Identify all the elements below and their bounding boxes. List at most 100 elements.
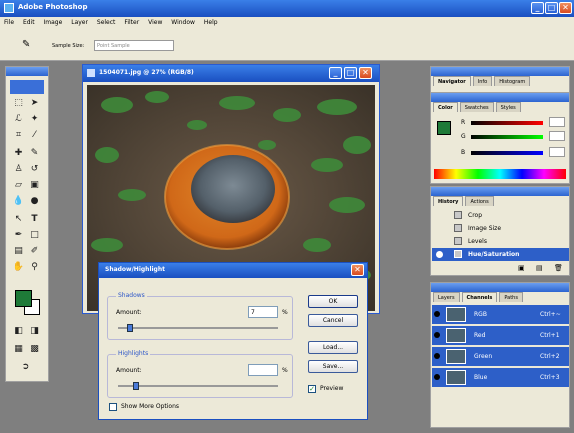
tab-styles[interactable]: Styles xyxy=(495,102,521,112)
menu-window[interactable]: Window xyxy=(171,19,195,26)
path-selection-tool-icon[interactable]: ↖ xyxy=(12,213,25,226)
red-slider[interactable] xyxy=(471,121,543,125)
document-maximize-button[interactable]: □ xyxy=(344,67,357,79)
menu-view[interactable]: View xyxy=(148,19,162,26)
tab-histogram[interactable]: Histogram xyxy=(494,76,531,86)
tab-info[interactable]: Info xyxy=(472,76,493,86)
gradient-tool-icon[interactable]: ▣ xyxy=(28,179,41,192)
history-item[interactable]: Crop xyxy=(432,209,569,222)
hand-tool-icon[interactable]: ✋ xyxy=(12,261,25,274)
blur-tool-icon[interactable]: 💧 xyxy=(12,195,25,208)
color-spectrum-bar[interactable] xyxy=(434,169,566,179)
history-brush-tool-icon[interactable]: ↺ xyxy=(28,163,41,176)
channel-name: Green xyxy=(474,353,493,360)
tab-channels[interactable]: Channels xyxy=(461,292,498,302)
full-screen-mode-icon[interactable]: ▩ xyxy=(28,343,41,356)
channel-row-rgb[interactable]: RGB Ctrl+~ xyxy=(432,305,569,325)
shape-tool-icon[interactable]: □ xyxy=(28,229,41,242)
move-tool-icon[interactable]: ➤ xyxy=(28,97,41,110)
eraser-tool-icon[interactable]: ▱ xyxy=(12,179,25,192)
lasso-tool-icon[interactable]: ℒ xyxy=(12,113,25,126)
save-button[interactable]: Save... xyxy=(308,360,358,373)
show-more-options-checkbox[interactable] xyxy=(109,403,117,411)
load-button[interactable]: Load... xyxy=(308,341,358,354)
ok-button[interactable]: OK xyxy=(308,295,358,308)
zoom-tool-icon[interactable]: ⚲ xyxy=(28,261,41,274)
menu-image[interactable]: Image xyxy=(44,19,63,26)
channel-row-green[interactable]: Green Ctrl+2 xyxy=(432,347,569,367)
imageready-jump-icon[interactable]: ➲ xyxy=(19,361,32,374)
visibility-eye-icon[interactable] xyxy=(434,332,440,338)
blue-value-field[interactable] xyxy=(549,147,565,157)
history-item-selected[interactable]: Hue/Saturation xyxy=(432,248,569,261)
green-value-field[interactable] xyxy=(549,131,565,141)
maximize-button[interactable]: □ xyxy=(545,2,558,14)
dodge-tool-icon[interactable]: ● xyxy=(28,195,41,208)
visibility-eye-icon[interactable] xyxy=(434,374,440,380)
clone-stamp-tool-icon[interactable]: ♙ xyxy=(12,163,25,176)
tab-navigator[interactable]: Navigator xyxy=(433,76,471,86)
highlights-amount-slider-thumb[interactable] xyxy=(133,382,139,390)
toolbox: ⬚ ➤ ℒ ✦ ⌗ ⁄ ✚ ✎ ♙ ↺ ▱ ▣ 💧 ● ↖ T ✒ □ ▤ ✐ … xyxy=(5,66,49,382)
color-panel-foreground-swatch[interactable] xyxy=(437,121,451,135)
slice-tool-icon[interactable]: ⁄ xyxy=(28,129,41,142)
type-tool-icon[interactable]: T xyxy=(28,213,41,226)
channel-name: Red xyxy=(474,332,486,339)
preview-checkbox[interactable]: ✓ xyxy=(308,385,316,393)
channel-row-blue[interactable]: Blue Ctrl+3 xyxy=(432,368,569,388)
tab-history[interactable]: History xyxy=(433,196,464,206)
foreground-color-swatch[interactable] xyxy=(15,290,32,307)
menu-help[interactable]: Help xyxy=(204,19,218,26)
brush-tool-icon[interactable]: ✎ xyxy=(28,147,41,160)
eyedropper-tool-icon[interactable]: ✐ xyxy=(28,245,41,258)
close-button[interactable]: ✕ xyxy=(559,2,572,14)
menu-edit[interactable]: Edit xyxy=(23,19,35,26)
shadows-amount-input[interactable]: 7 xyxy=(248,306,278,318)
document-minimize-button[interactable]: _ xyxy=(329,67,342,79)
options-bar: ✎ Sample Size: Point Sample xyxy=(0,30,574,61)
quick-mask-icon[interactable]: ◧ xyxy=(12,325,25,338)
tab-paths[interactable]: Paths xyxy=(499,292,523,302)
shadows-amount-slider-track[interactable] xyxy=(118,327,278,329)
blue-slider[interactable] xyxy=(471,151,543,155)
minimize-button[interactable]: _ xyxy=(531,2,544,14)
notes-tool-icon[interactable]: ▤ xyxy=(12,245,25,258)
highlights-amount-input[interactable]: 0 xyxy=(248,364,278,376)
app-titlebar: Adobe Photoshop _ □ ✕ xyxy=(0,0,574,17)
standard-mode-icon[interactable]: ◨ xyxy=(28,325,41,338)
menu-layer[interactable]: Layer xyxy=(71,19,88,26)
red-value-field[interactable] xyxy=(549,117,565,127)
show-more-options-label[interactable]: Show More Options xyxy=(121,403,179,410)
marquee-tool-icon[interactable]: ⬚ xyxy=(12,97,25,110)
history-item[interactable]: Image Size xyxy=(432,222,569,235)
green-slider[interactable] xyxy=(471,135,543,139)
photoshop-logo-icon xyxy=(4,3,14,13)
menu-select[interactable]: Select xyxy=(97,19,116,26)
menu-file[interactable]: File xyxy=(4,19,14,26)
document-close-button[interactable]: ✕ xyxy=(359,67,372,79)
menu-filter[interactable]: Filter xyxy=(124,19,139,26)
tab-actions[interactable]: Actions xyxy=(465,196,494,206)
tab-color[interactable]: Color xyxy=(433,102,458,112)
channel-row-red[interactable]: Red Ctrl+1 xyxy=(432,326,569,346)
magic-wand-tool-icon[interactable]: ✦ xyxy=(28,113,41,126)
pen-tool-icon[interactable]: ✒ xyxy=(12,229,25,242)
highlights-amount-slider-track[interactable] xyxy=(118,385,278,387)
shadows-amount-slider-thumb[interactable] xyxy=(127,324,133,332)
trash-icon[interactable]: 🗑 xyxy=(554,264,563,272)
screen-mode-icon[interactable]: ▦ xyxy=(12,343,25,356)
new-document-icon[interactable]: ▣ xyxy=(518,264,525,272)
eyedropper-icon[interactable]: ✎ xyxy=(22,39,30,50)
preview-label[interactable]: Preview xyxy=(320,385,343,392)
history-item[interactable]: Levels xyxy=(432,235,569,248)
visibility-eye-icon[interactable] xyxy=(434,353,440,359)
cancel-button[interactable]: Cancel xyxy=(308,314,358,327)
new-snapshot-icon[interactable]: ▤ xyxy=(536,264,543,272)
sample-size-select[interactable]: Point Sample xyxy=(94,40,174,51)
visibility-eye-icon[interactable] xyxy=(434,311,440,317)
healing-brush-tool-icon[interactable]: ✚ xyxy=(12,147,25,160)
dialog-close-button[interactable]: ✕ xyxy=(351,264,364,276)
tab-swatches[interactable]: Swatches xyxy=(459,102,494,112)
tab-layers[interactable]: Layers xyxy=(433,292,460,302)
crop-tool-icon[interactable]: ⌗ xyxy=(12,129,25,142)
